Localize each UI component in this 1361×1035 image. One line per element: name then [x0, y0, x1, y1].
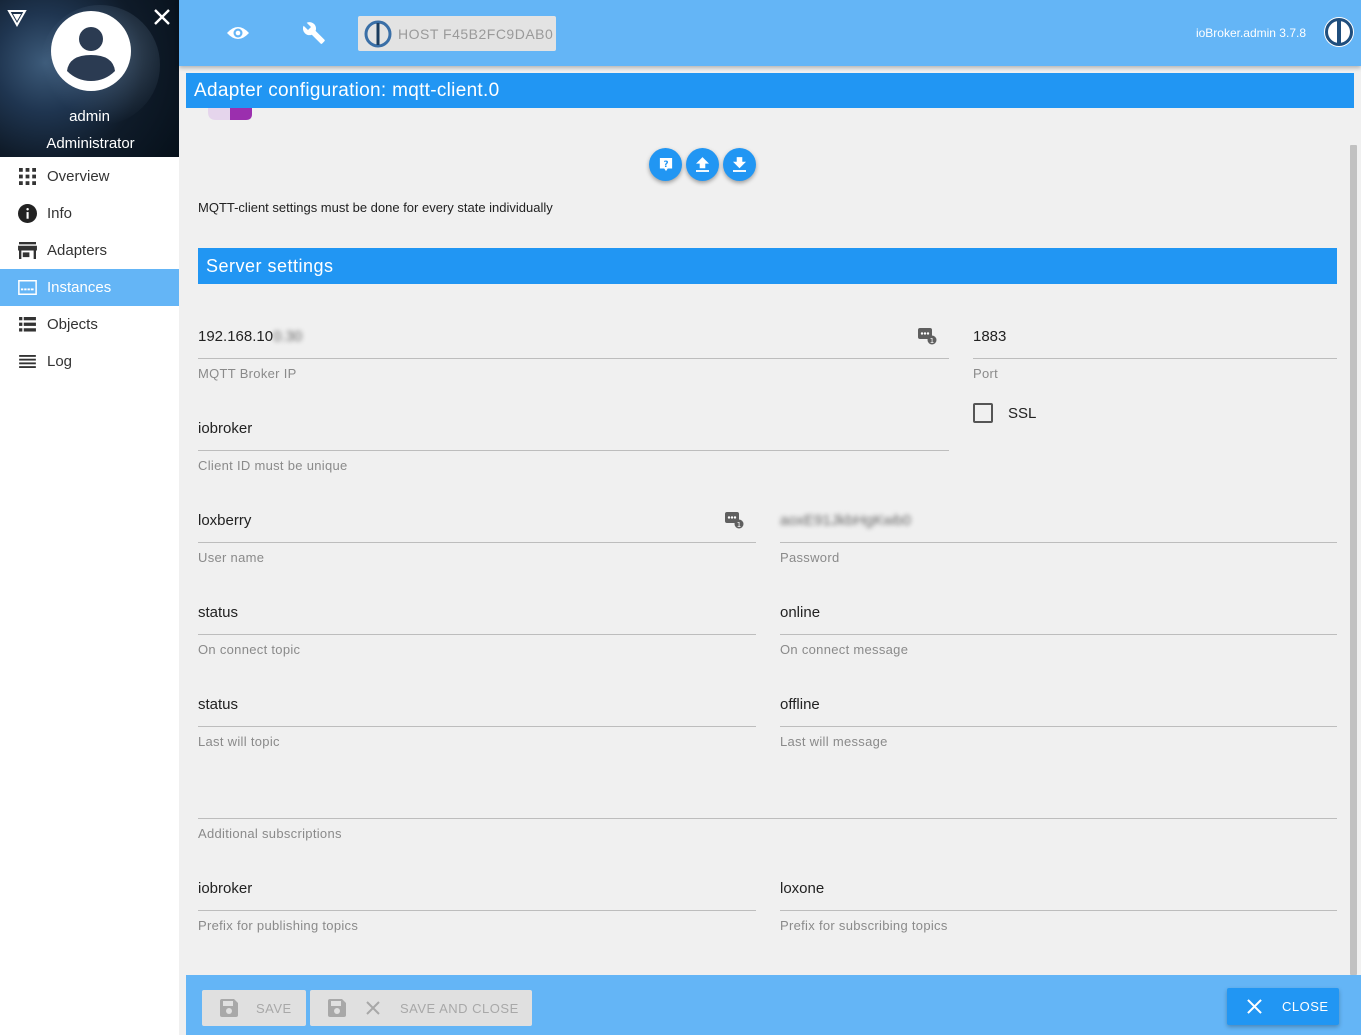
top-app-bar: HOST F45B2FC9DAB0 ioBroker.admin 3.7.8 — [179, 0, 1361, 66]
sidebar-item-label: Info — [47, 205, 73, 222]
client-id-label: Client ID must be unique — [198, 458, 348, 473]
subscribe-prefix-label: Prefix for subscribing topics — [780, 918, 948, 933]
user-name-label: User name — [198, 550, 265, 565]
variable-picker-icon[interactable]: 1 — [917, 327, 937, 345]
sidebar-item-objects[interactable]: Objects — [0, 306, 179, 343]
sidebar-item-label: Overview — [47, 168, 110, 185]
sidebar-item-instances[interactable]: Instances — [0, 269, 179, 306]
variable-picker-icon[interactable]: 1 — [724, 511, 744, 529]
broker-ip-label: MQTT Broker IP — [198, 366, 297, 381]
subscribe-prefix-input[interactable]: loxone — [780, 867, 1337, 911]
port-label: Port — [973, 366, 999, 381]
last-will-message-label: Last will message — [780, 734, 888, 749]
svg-text:1: 1 — [737, 521, 741, 529]
close-button[interactable]: CLOSE — [1227, 988, 1339, 1025]
instances-icon — [17, 278, 37, 298]
info-icon — [17, 204, 37, 224]
download-button[interactable] — [723, 148, 756, 181]
connect-message-label: On connect message — [780, 642, 909, 657]
floppy-disk-icon — [328, 999, 346, 1017]
publish-prefix-input[interactable]: iobroker — [198, 867, 756, 911]
wrench-icon[interactable] — [303, 22, 327, 46]
dialog-content: ? MQTT-client settings must be done for … — [186, 108, 1348, 975]
sidebar-item-label: Instances — [47, 279, 112, 296]
floppy-disk-icon — [220, 999, 238, 1017]
upload-icon — [696, 157, 709, 172]
section-header: Server settings — [198, 248, 1337, 284]
upload-button[interactable] — [686, 148, 719, 181]
list-icon — [17, 315, 37, 335]
password-label: Password — [780, 550, 840, 565]
sidebar-item-log[interactable]: Log — [0, 343, 179, 380]
lines-icon — [17, 352, 37, 372]
eye-icon[interactable] — [226, 22, 250, 44]
iobroker-logo-icon — [364, 20, 392, 47]
download-icon — [733, 157, 746, 172]
iobroker-logo-icon — [1324, 17, 1354, 47]
sidebar-item-label: Log — [47, 353, 73, 370]
broker-ip-input[interactable]: 192.168.100.30 — [198, 315, 949, 359]
save-and-close-button[interactable]: SAVE AND CLOSE — [310, 990, 532, 1026]
user-profile-header: admin Administrator — [0, 0, 179, 157]
user-name-input[interactable]: loxberry — [198, 499, 756, 543]
last-will-message-input[interactable]: offline — [780, 683, 1337, 727]
port-input[interactable]: 1883 — [973, 315, 1337, 359]
close-icon — [1247, 999, 1262, 1014]
svg-text:1: 1 — [930, 337, 934, 345]
connect-topic-input[interactable]: status — [198, 591, 756, 635]
additional-subscriptions-input[interactable] — [198, 775, 1337, 819]
last-will-topic-input[interactable]: status — [198, 683, 756, 727]
store-icon — [17, 241, 37, 261]
sidebar-item-label: Objects — [47, 316, 98, 333]
user-role: Administrator — [46, 135, 135, 152]
grid-icon — [17, 167, 37, 187]
sidebar-item-overview[interactable]: Overview — [0, 158, 179, 195]
save-button[interactable]: SAVE — [202, 990, 306, 1026]
help-icon: ? — [659, 157, 672, 171]
close-button-label: CLOSE — [1282, 999, 1329, 1014]
broker-ip-value-blurred: 0.30 — [273, 328, 303, 345]
adapter-logo-icon — [208, 108, 252, 120]
connect-topic-label: On connect topic — [198, 642, 301, 657]
password-value: aoxE91JkbHgKwb0 — [780, 512, 911, 529]
sidebar-item-label: Adapters — [47, 242, 108, 259]
info-text: MQTT-client settings must be done for ev… — [198, 200, 553, 215]
help-button[interactable]: ? — [649, 148, 682, 181]
version-label: ioBroker.admin 3.7.8 — [1195, 26, 1306, 40]
save-button-label: SAVE — [256, 1000, 292, 1016]
close-icon — [366, 1001, 380, 1015]
ssl-label: SSL — [1008, 405, 1037, 422]
host-selector-button[interactable]: HOST F45B2FC9DAB0 — [358, 16, 556, 51]
last-will-topic-label: Last will topic — [198, 734, 280, 749]
scrollbar-thumb[interactable] — [1350, 145, 1357, 975]
publish-prefix-label: Prefix for publishing topics — [198, 918, 359, 933]
save-and-close-label: SAVE AND CLOSE — [400, 1000, 519, 1016]
svg-text:?: ? — [663, 159, 668, 169]
sidebar: admin Administrator Overview Info Adapte… — [0, 0, 179, 1035]
additional-subscriptions-label: Additional subscriptions — [198, 826, 342, 841]
broker-ip-value: 192.168.10 — [198, 328, 274, 345]
dialog-actions-bar: SAVE SAVE AND CLOSE CLOSE — [186, 975, 1361, 1035]
dialog-title: Adapter configuration: mqtt-client.0 — [186, 73, 1354, 108]
close-icon[interactable] — [152, 7, 172, 27]
ssl-checkbox[interactable] — [973, 403, 993, 423]
user-icon — [67, 27, 115, 81]
connect-message-input[interactable]: online — [780, 591, 1337, 635]
password-input[interactable]: aoxE91JkbHgKwb0 — [780, 499, 1337, 543]
sidebar-item-info[interactable]: Info — [0, 195, 179, 232]
user-name: admin — [69, 108, 110, 125]
sidebar-item-adapters[interactable]: Adapters — [0, 232, 179, 269]
host-label: HOST F45B2FC9DAB0 — [398, 25, 554, 42]
menu-triangle-icon[interactable] — [7, 9, 27, 27]
avatar — [51, 11, 131, 91]
client-id-input[interactable]: iobroker — [198, 407, 949, 451]
